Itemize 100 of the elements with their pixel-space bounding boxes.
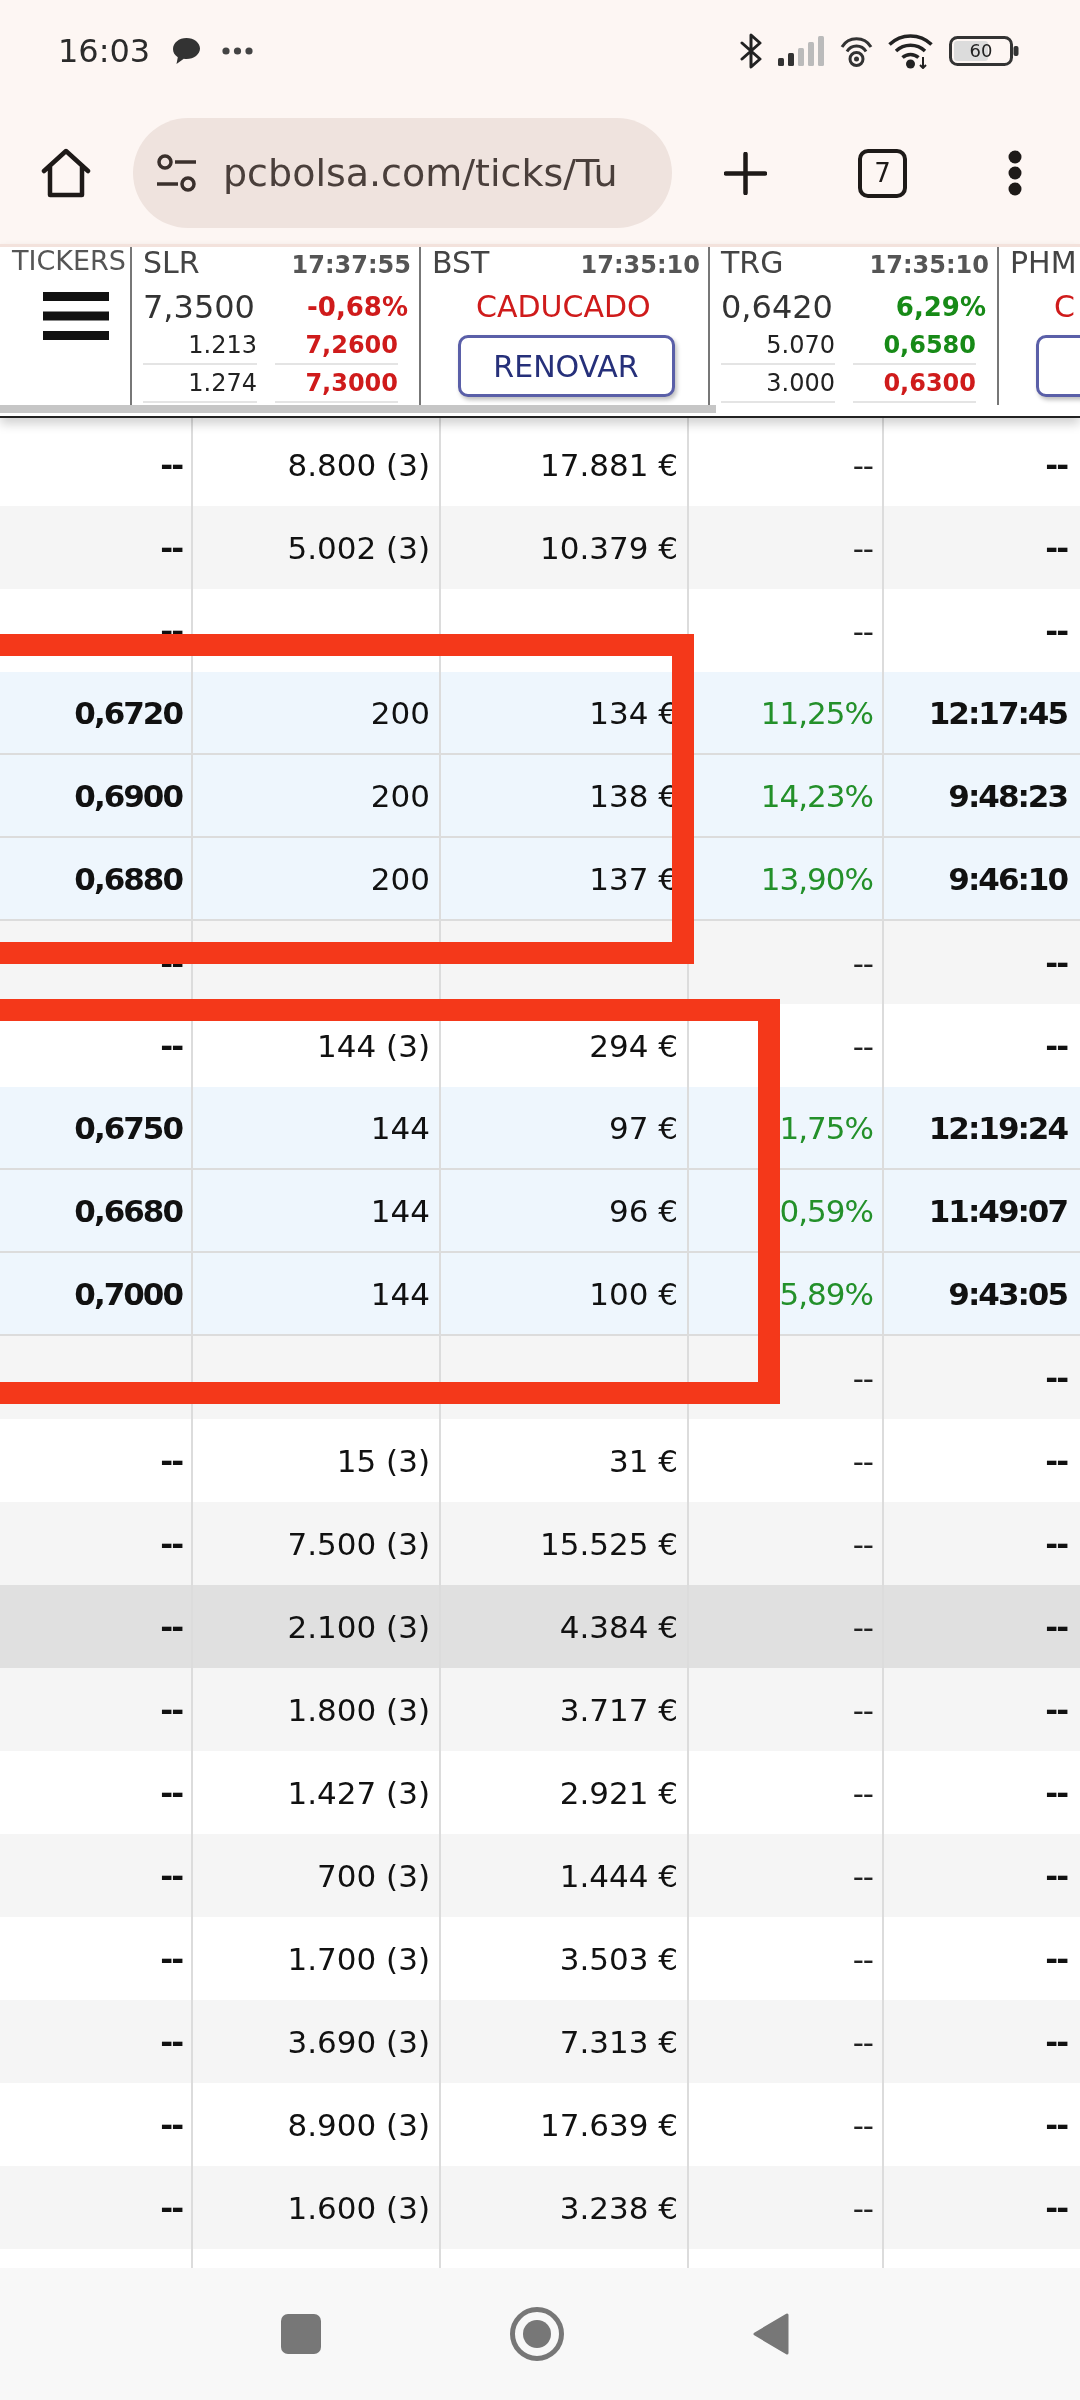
table-cell-text: -- xyxy=(852,445,873,485)
table-cell-text: -- xyxy=(1045,445,1067,485)
table-cell-text: 17.881 € xyxy=(539,445,678,485)
table-cell-text: -- xyxy=(852,1773,873,1813)
tune-icon[interactable] xyxy=(156,153,197,193)
menu-icon[interactable] xyxy=(43,292,109,340)
table-cell-text: 0,6880 xyxy=(74,859,182,899)
address-bar[interactable]: pcbolsa.com/ticks/Tu xyxy=(133,118,672,228)
table-cell-text: -- xyxy=(852,2022,873,2062)
table-cell-text: 9:48:23 xyxy=(948,776,1067,816)
table-row[interactable]: -- 2.100 (3) 4.384 € -- -- xyxy=(0,1585,1080,1668)
expired-status: C xyxy=(1054,289,1075,324)
table-cell-text: 4.384 € xyxy=(559,1607,678,1647)
circle-icon[interactable] xyxy=(510,2307,564,2361)
table-cell-text: -- xyxy=(1045,528,1067,568)
table-row[interactable]: -- 7.500 (3) 15.525 € -- -- xyxy=(0,1502,1080,1585)
table-cell-text: 10.379 € xyxy=(539,528,678,568)
table-cell-text: -- xyxy=(852,1524,873,1564)
table-cell-text: 12:19:24 xyxy=(928,1108,1067,1148)
back-icon[interactable] xyxy=(752,2312,790,2356)
table-row[interactable]: -- 1.800 (3) 3.717 € -- -- xyxy=(0,1668,1080,1751)
table-cell-text: 3.690 (3) xyxy=(287,2022,430,2062)
table-cell-text: -- xyxy=(1045,2105,1067,2145)
table-cell-text: -- xyxy=(1045,943,1067,983)
new-tab-plus-icon[interactable] xyxy=(724,151,767,195)
table-cell-text: -- xyxy=(852,2105,873,2145)
table-cell-text: -- xyxy=(1045,1441,1067,1481)
table-row[interactable]: 0,7000 144 100 € 5,89% 9:43:05 xyxy=(0,1253,1080,1336)
table-cell-text: -- xyxy=(852,1358,873,1398)
order-price: 7,2600 xyxy=(275,327,398,365)
table-row[interactable]: -- 1.600 (3) 3.238 € -- -- xyxy=(0,2166,1080,2249)
table-cell-text: 3.717 € xyxy=(559,1690,678,1730)
table-cell-text: 144 xyxy=(370,1274,430,1314)
table-cell-text: 14,23% xyxy=(760,776,873,816)
order-price: 0,6580 xyxy=(853,327,976,365)
table-cell-text: -- xyxy=(160,1524,182,1564)
table-cell-text: -- xyxy=(160,2022,182,2062)
table-cell-text: 3.238 € xyxy=(559,2188,678,2228)
table-row[interactable]: 0,6750 144 97 € 1,75% 12:19:24 xyxy=(0,1087,1080,1170)
table-cell-text: 12:17:45 xyxy=(928,693,1067,733)
signal-icon xyxy=(778,36,825,66)
table-cell-text: 0,7000 xyxy=(74,1274,182,1314)
table-cell-text: 1,75% xyxy=(779,1108,873,1148)
table-cell-text: 1.800 (3) xyxy=(287,1690,430,1730)
table-cell-text: -- xyxy=(160,1026,182,1066)
last-price: 7,3500 xyxy=(143,288,255,326)
table-cell-text: 1.427 (3) xyxy=(287,1773,430,1813)
table-cell-text: -- xyxy=(160,1607,182,1647)
table-cell-text: 100 € xyxy=(589,1274,678,1314)
table-cell-text: 0,6680 xyxy=(74,1191,182,1231)
table-row[interactable]: 0,6680 144 96 € 0,59% 11:49:07 xyxy=(0,1170,1080,1253)
renew-button[interactable]: RENOVAR xyxy=(457,335,675,397)
order-quantity: 3.000 xyxy=(721,365,835,403)
table-cell-text: 9:46:10 xyxy=(948,859,1067,899)
price-change: -0,68% xyxy=(307,292,408,322)
more-options-icon[interactable] xyxy=(1006,149,1024,197)
table-cell-text: 5,89% xyxy=(779,1274,873,1314)
bluetooth-icon xyxy=(739,33,764,69)
table-cell-text: 700 (3) xyxy=(317,1856,430,1896)
table-cell-text: -- xyxy=(1045,1026,1067,1066)
quote-time: 17:37:55 xyxy=(291,250,411,281)
table-cell-text: 1.444 € xyxy=(559,1856,678,1896)
table-cell-text: -- xyxy=(852,528,873,568)
tab-switcher-button[interactable]: 7 xyxy=(858,148,907,198)
table-cell-text: 8.800 (3) xyxy=(287,445,430,485)
table-cell-text: -- xyxy=(852,1607,873,1647)
table-row[interactable]: -- 700 (3) 1.444 € -- -- xyxy=(0,1834,1080,1917)
table-row[interactable]: -- 3.690 (3) 7.313 € -- -- xyxy=(0,2000,1080,2083)
table-cell-text: -- xyxy=(1045,1524,1067,1564)
table-cell-text: -- xyxy=(852,943,873,983)
table-cell-text: 7.500 (3) xyxy=(287,1524,430,1564)
battery-icon xyxy=(949,36,1019,66)
table-row[interactable]: -- 5.002 (3) 10.379 € -- -- xyxy=(0,506,1080,589)
price-change: 6,29% xyxy=(895,292,986,322)
table-cell-text: 1.600 (3) xyxy=(287,2188,430,2228)
table-cell-text: 0,59% xyxy=(779,1191,873,1231)
table-cell-text: 3.503 € xyxy=(559,1939,678,1979)
order-quantity: 1.274 xyxy=(143,365,257,403)
table-cell-text: 2.921 € xyxy=(559,1773,678,1813)
order-price: 0,6300 xyxy=(853,365,976,403)
message-icon xyxy=(172,37,202,65)
table-cell-text: -- xyxy=(852,2188,873,2228)
table-cell-text: 200 xyxy=(370,776,430,816)
table-cell-text: 15 (3) xyxy=(336,1441,430,1481)
scrollbar[interactable] xyxy=(0,405,716,413)
more-icon xyxy=(222,47,254,55)
tickers-label: TICKERS xyxy=(12,247,126,275)
table-cell-text: 294 € xyxy=(589,1026,678,1066)
table-cell-text: -- xyxy=(852,1939,873,1979)
table-cell-text: 200 xyxy=(370,693,430,733)
table-cell-text: 144 xyxy=(370,1108,430,1148)
table-cell-text: 17.639 € xyxy=(539,2105,678,2145)
table-cell-text: -- xyxy=(160,528,182,568)
table-cell-text: 0,6720 xyxy=(74,693,182,733)
home-icon[interactable] xyxy=(41,148,91,198)
table-cell-text: -- xyxy=(852,611,873,651)
table-cell-text: -- xyxy=(852,1856,873,1896)
order-price: 7,3000 xyxy=(275,365,398,403)
table-cell-text: -- xyxy=(852,1690,873,1730)
square-icon[interactable] xyxy=(281,2314,321,2354)
